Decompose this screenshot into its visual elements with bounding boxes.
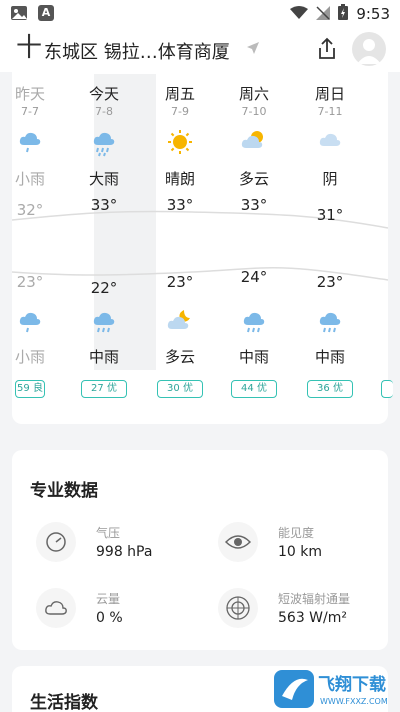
high-temp: 32° [16, 201, 44, 219]
moderate-rain-icon [66, 308, 142, 338]
night-condition: 小雨 [14, 348, 45, 366]
wifi-icon [290, 5, 309, 24]
pressure-value: 998 hPa [96, 544, 153, 560]
moderate-rain-icon [216, 308, 292, 338]
low-temp: 23° [316, 273, 344, 291]
life-index-title: 生活指数 [30, 693, 98, 712]
night-condition: 中雨 [88, 348, 119, 366]
day-condition: 阴 [322, 170, 338, 188]
day-date: 7-10 [241, 105, 267, 118]
visibility-value: 10 km [278, 544, 323, 560]
top-header: 十 东城区 锡拉…体育商厦 [0, 28, 400, 72]
aqi-badge[interactable]: 27 优 [81, 380, 127, 398]
pro-data-title: 专业数据 [30, 481, 98, 501]
high-temp: 33° [240, 196, 268, 214]
cloud-cover-value: 0 % [96, 610, 123, 626]
day-condition: 大雨 [88, 170, 119, 188]
radiation-label: 短波辐射通量 [278, 592, 351, 606]
pro-data-card: 专业数据 气压 998 hPa 能见度 10 km 云量 0 % 短波辐射通量 … [12, 450, 388, 650]
radiation-value: 563 W/m² [278, 610, 347, 626]
low-temp: 23° [16, 273, 44, 291]
night-condition: 多云 [164, 348, 195, 366]
pressure-label: 气压 [96, 526, 121, 540]
status-bar: A 9:53 [0, 0, 400, 28]
svg-text:WWW.FXXZ.COM: WWW.FXXZ.COM [320, 697, 388, 706]
aqi-badge[interactable]: 59 良 [15, 380, 45, 398]
low-temp: 23° [166, 273, 194, 291]
eye-icon [218, 522, 258, 562]
light-rain-icon [0, 128, 68, 158]
radiation-icon [218, 588, 258, 628]
high-temp: 33° [90, 196, 118, 214]
low-temp: 22° [90, 279, 118, 297]
night-condition: 中雨 [314, 348, 345, 366]
location-arrow-icon [246, 40, 260, 59]
aqi-badge-partial [381, 380, 393, 398]
watermark-logo: 飞翔下载 WWW.FXXZ.COM [272, 666, 400, 712]
day-condition: 晴朗 [164, 170, 195, 188]
share-button[interactable] [314, 36, 340, 62]
day-condition: 小雨 [14, 170, 45, 188]
cloud-cover-label: 云量 [96, 592, 121, 606]
day-date: 7-7 [21, 105, 39, 118]
app-notification-icon: A [38, 5, 54, 21]
user-avatar[interactable] [352, 32, 386, 66]
sun-icon [142, 128, 218, 158]
status-time: 9:53 [356, 5, 390, 23]
day-date: 7-11 [317, 105, 343, 118]
heavy-rain-icon [66, 128, 142, 158]
cloud-icon [292, 128, 368, 158]
aqi-badge[interactable]: 30 优 [157, 380, 203, 398]
location-title[interactable]: 东城区 锡拉…体育商厦 [44, 38, 230, 64]
high-temp: 33° [166, 196, 194, 214]
low-temp: 24° [240, 268, 268, 286]
svg-text:飞翔下载: 飞翔下载 [318, 674, 386, 695]
partly-cloudy-icon [216, 128, 292, 158]
cloud-cover-icon [36, 588, 76, 628]
day-name: 周五 [164, 85, 195, 103]
aqi-badge[interactable]: 44 优 [231, 380, 277, 398]
day-name: 昨天 [14, 85, 45, 103]
gallery-notification-icon [10, 5, 28, 25]
day-condition: 多云 [238, 170, 269, 188]
day-name: 周日 [314, 85, 345, 103]
aqi-badge[interactable]: 36 优 [307, 380, 353, 398]
share-icon [319, 37, 335, 59]
partly-cloudy-night-icon [142, 308, 218, 338]
night-condition: 中雨 [238, 348, 269, 366]
light-rain-icon [0, 308, 68, 338]
pressure-gauge-icon [36, 522, 76, 562]
day-date: 7-8 [95, 105, 113, 118]
high-temp: 31° [316, 206, 344, 224]
no-signal-icon [316, 5, 331, 24]
avatar-icon [357, 39, 381, 64]
day-name: 周六 [238, 85, 269, 103]
add-city-button[interactable]: 十 [16, 34, 42, 62]
day-name: 今天 [88, 85, 119, 103]
battery-charging-icon [338, 4, 349, 24]
moderate-rain-icon [292, 308, 368, 338]
visibility-label: 能见度 [278, 526, 315, 540]
day-date: 7-9 [171, 105, 189, 118]
